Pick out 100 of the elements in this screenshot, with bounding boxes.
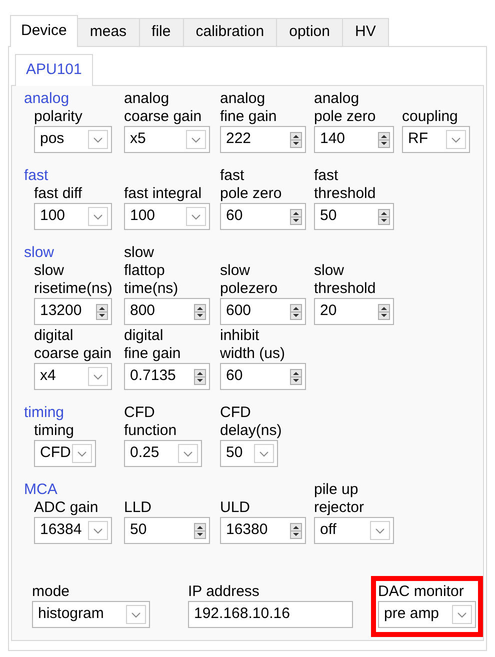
dropdown-button[interactable] [446, 130, 466, 149]
dropdown[interactable]: 0.25 [124, 440, 202, 467]
spinner-arrows-icon[interactable] [194, 522, 206, 538]
spinner-field[interactable]: 50 [314, 203, 394, 230]
spinner-field[interactable]: 60 [220, 363, 306, 390]
field-label: CFD function [124, 404, 177, 440]
dropdown-button[interactable] [88, 207, 108, 226]
tab[interactable]: Device [10, 15, 78, 47]
dropdown-button[interactable] [452, 605, 472, 624]
dropdown[interactable]: x5 [124, 126, 210, 153]
dropdown[interactable]: 100 [124, 203, 210, 230]
text-field[interactable]: 192.168.10.16 [188, 601, 353, 628]
spinner-arrows-icon[interactable] [378, 208, 390, 224]
spinner-arrows-icon[interactable] [96, 304, 108, 320]
dropdown[interactable]: CFD [34, 440, 96, 467]
field-value: 60 [226, 366, 244, 386]
dropdown[interactable]: off [314, 517, 394, 544]
chevron-down-icon [93, 528, 103, 534]
tab[interactable]: meas [76, 18, 140, 46]
field-label: mode [32, 583, 70, 601]
spinner-field[interactable]: 0.7135 [124, 363, 210, 390]
dropdown[interactable]: x4 [34, 363, 112, 390]
spinner-arrows-icon[interactable] [290, 132, 302, 148]
field-value: 100 [130, 206, 156, 226]
dropdown[interactable]: pre amp [378, 601, 476, 628]
field-value: 222 [226, 129, 252, 150]
chevron-down-icon [183, 450, 193, 456]
spinner-field[interactable]: 20 [314, 298, 394, 325]
field-label: DAC monitor [378, 583, 464, 601]
spinner-field[interactable]: 600 [220, 298, 306, 325]
field-label: digital fine gain [124, 327, 181, 363]
dropdown-button[interactable] [88, 367, 108, 386]
dropdown-button[interactable] [126, 605, 146, 624]
spinner-arrows-icon[interactable] [194, 368, 206, 384]
field-label: slow threshold [314, 262, 376, 298]
dropdown[interactable]: RF [402, 126, 470, 153]
spinner-field[interactable]: 16380 [220, 517, 306, 544]
dropdown-button[interactable] [178, 444, 198, 463]
spinner-field[interactable]: 140 [314, 126, 394, 153]
spinner-field[interactable]: 13200 [34, 298, 112, 325]
field-value: off [320, 520, 338, 540]
dropdown-button[interactable] [186, 130, 206, 149]
tab[interactable]: APU101 [15, 54, 93, 86]
field-value: 0.25 [130, 443, 160, 464]
field-label: slow flattop time(ns) [124, 244, 178, 298]
field-value: 50 [130, 520, 148, 540]
spinner-arrows-icon[interactable] [290, 304, 302, 320]
section-heading: fast [24, 167, 48, 184]
tab[interactable]: option [276, 18, 343, 46]
spinner-field[interactable]: 50 [124, 517, 210, 544]
section-heading: analog [24, 90, 70, 107]
tab[interactable]: calibration [182, 18, 278, 46]
field-label: fast diff [34, 185, 82, 203]
chevron-down-icon [375, 528, 385, 534]
field-label: analog fine gain [220, 90, 277, 126]
spinner-field[interactable]: 222 [220, 126, 306, 153]
field-value: histogram [38, 604, 105, 624]
field-value: CFD [40, 443, 72, 464]
dropdown[interactable]: histogram [32, 601, 150, 628]
dropdown[interactable]: 50 [220, 440, 278, 467]
field-label: IP address [188, 583, 260, 601]
field-label: fast pole zero [220, 167, 282, 203]
dropdown-button[interactable] [186, 207, 206, 226]
field-value: 600 [226, 301, 252, 322]
field-label: slow polezero [220, 262, 278, 298]
chevron-down-icon [451, 136, 461, 142]
field-value: 800 [130, 301, 156, 322]
spinner-field[interactable]: 60 [220, 203, 306, 230]
field-label: fast integral [124, 185, 202, 203]
field-label: inhibit width (us) [220, 327, 286, 363]
spinner-arrows-icon[interactable] [290, 208, 302, 224]
spinner-arrows-icon[interactable] [194, 304, 206, 320]
field-label: polarity [34, 108, 82, 126]
dropdown-button[interactable] [72, 444, 92, 463]
dropdown-button[interactable] [370, 521, 390, 540]
field-label: coupling [402, 108, 458, 126]
field-value: 100 [40, 206, 66, 226]
field-value: 140 [320, 129, 346, 150]
dropdown[interactable]: 16384 [34, 517, 112, 544]
field-label: fast threshold [314, 167, 376, 203]
dropdown-button[interactable] [88, 521, 108, 540]
tab[interactable]: HV [342, 18, 389, 46]
field-label: timing [34, 422, 74, 440]
field-value: pos [40, 129, 66, 150]
dropdown-button[interactable] [254, 444, 274, 463]
chevron-down-icon [457, 612, 467, 618]
section-heading: MCA [24, 481, 58, 498]
dropdown[interactable]: 100 [34, 203, 112, 230]
dropdown-button[interactable] [88, 130, 108, 149]
tab[interactable]: file [138, 18, 184, 46]
field-label: ADC gain [34, 499, 98, 517]
chevron-down-icon [77, 450, 87, 456]
spinner-arrows-icon[interactable] [378, 132, 390, 148]
spinner-arrows-icon[interactable] [378, 304, 390, 320]
field-value: 192.168.10.16 [194, 604, 291, 624]
field-value: 0.7135 [130, 366, 177, 386]
spinner-arrows-icon[interactable] [290, 522, 302, 538]
dropdown[interactable]: pos [34, 126, 112, 153]
spinner-field[interactable]: 800 [124, 298, 210, 325]
spinner-arrows-icon[interactable] [290, 368, 302, 384]
